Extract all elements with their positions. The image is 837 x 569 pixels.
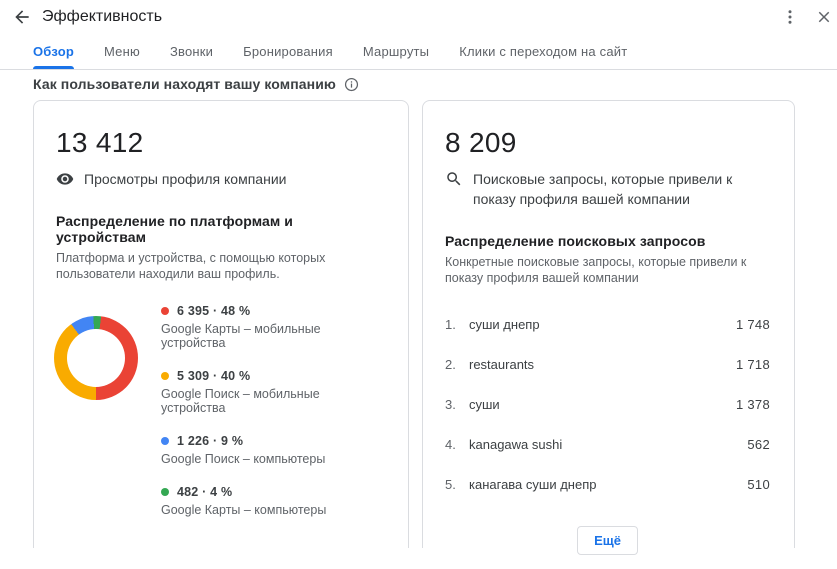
legend-item-search-mobile: 5 309 · 40 % Google Поиск – мобильные ус…	[161, 369, 320, 415]
close-button[interactable]	[812, 5, 836, 29]
tab-bar: Обзор Меню Звонки Бронирования Маршруты …	[33, 44, 627, 69]
tab-overview[interactable]: Обзор	[33, 44, 74, 69]
profile-views-caption-row: Просмотры профиля компании	[56, 169, 384, 189]
platform-breakdown-description: Платформа и устройства, с помощью которы…	[56, 251, 326, 281]
legend-item-search-desktop: 1 226 · 9 % Google Поиск – компьютеры	[161, 434, 326, 466]
legend-item-maps-desktop: 482 · 4 % Google Карты – компьютеры	[161, 485, 327, 517]
legend-item-maps-mobile: 6 395 · 48 % Google Карты – мобильные ус…	[161, 304, 321, 350]
legend-dot-green	[161, 488, 169, 496]
tab-website-clicks[interactable]: Клики с переходом на сайт	[459, 44, 627, 69]
eye-icon	[56, 173, 74, 185]
platform-donut-chart	[54, 316, 138, 400]
query-row-4: 4. kanagawa sushi 562	[445, 436, 770, 452]
section-title: Как пользователи находят вашу компанию	[33, 76, 336, 92]
platform-legend: 6 395 · 48 % Google Карты – мобильные ус…	[161, 304, 384, 517]
info-icon[interactable]	[344, 77, 359, 92]
queries-breakdown-title: Распределение поисковых запросов	[445, 233, 706, 249]
tab-calls[interactable]: Звонки	[170, 44, 213, 69]
profile-views-card: 13 412 Просмотры профиля компании Распре…	[33, 100, 409, 548]
legend-dot-orange	[161, 372, 169, 380]
query-row-3: 3. суши 1 378	[445, 396, 770, 412]
query-row-1: 1. суши днепр 1 748	[445, 316, 770, 332]
platform-chart-area: 6 395 · 48 % Google Карты – мобильные ус…	[54, 304, 384, 517]
profile-views-caption: Просмотры профиля компании	[84, 171, 287, 187]
query-row-5: 5. канагава суши днепр 510	[445, 476, 770, 492]
search-icon	[447, 172, 461, 186]
overflow-menu-button[interactable]	[778, 5, 802, 29]
query-row-2: 2. restaurants 1 718	[445, 356, 770, 372]
legend-dot-red	[161, 307, 169, 315]
search-queries-card: 8 209 Поисковые запросы, которые привели…	[422, 100, 795, 555]
tabbar-divider	[0, 69, 837, 70]
arrow-left-icon	[15, 10, 29, 24]
back-button[interactable]	[10, 5, 34, 29]
search-queries-count: 8 209	[445, 127, 517, 158]
kebab-menu-icon	[788, 10, 792, 24]
section-heading: Как пользователи находят вашу компанию	[33, 76, 359, 92]
profile-views-count: 13 412	[56, 127, 144, 158]
search-queries-caption-row: Поисковые запросы, которые привели к пок…	[445, 169, 770, 209]
query-list: 1. суши днепр 1 748 2. restaurants 1 718…	[445, 304, 770, 504]
legend-dot-blue	[161, 437, 169, 445]
tab-bookings[interactable]: Бронирования	[243, 44, 333, 69]
performance-panel: Эффективность Обзор Меню Звонки Брониров…	[0, 0, 837, 569]
page-title: Эффективность	[42, 8, 163, 25]
queries-breakdown-description: Конкретные поисковые запросы, которые пр…	[445, 255, 747, 285]
close-icon	[818, 11, 830, 23]
tab-menu[interactable]: Меню	[104, 44, 140, 69]
platform-breakdown-title: Распределение по платформам и устройства…	[56, 213, 294, 245]
search-queries-caption: Поисковые запросы, которые привели к пок…	[473, 171, 733, 207]
tab-directions[interactable]: Маршруты	[363, 44, 429, 69]
more-button[interactable]: Ещё	[577, 526, 638, 555]
